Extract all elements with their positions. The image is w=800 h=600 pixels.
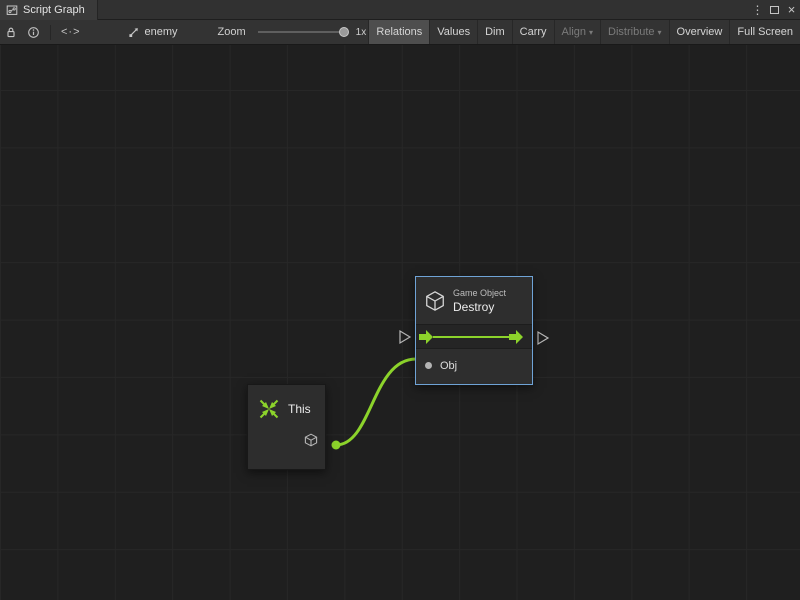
game-object-cube-icon [304,433,318,447]
carry-button[interactable]: Carry [512,20,554,44]
destroy-node-titles: Game Object Destroy [453,288,506,314]
tab-label: Script Graph [23,4,85,16]
tab-script-graph[interactable]: Script Graph [0,0,98,20]
align-dropdown-button[interactable]: Align ▾ [554,20,600,44]
info-icon[interactable] [22,20,45,44]
relations-button[interactable]: Relations [368,20,429,44]
script-graph-tab-icon [6,4,18,16]
this-node[interactable]: This [247,384,326,470]
values-button[interactable]: Values [429,20,477,44]
window-titlebar: Script Graph ⋮ × [0,0,800,20]
toolbar-divider [50,25,51,40]
control-flow-arrows-icon [416,325,532,349]
window-menu-icon[interactable]: ⋮ [749,0,766,20]
zoom-label: Zoom [218,26,246,38]
game-object-cube-icon [424,290,446,312]
zoom-value: 1x [356,27,367,38]
graph-code-icon[interactable]: <·> [56,20,86,44]
zoom-control: Zoom 1x [218,26,367,38]
this-output-row [304,433,318,452]
graph-asset-reference[interactable]: enemy [128,26,178,38]
edges-layer [0,45,800,600]
zoom-slider-track[interactable] [258,31,346,33]
this-node-header: This [248,385,325,420]
node-category: Game Object [453,288,506,298]
graph-asset-name: enemy [145,26,178,38]
dropdown-caret-icon: ▾ [589,28,593,37]
full-screen-button[interactable]: Full Screen [729,20,800,44]
toolbar-button-group: Relations Values Dim Carry Align ▾ Distr… [368,20,800,44]
this-output-port[interactable] [332,441,341,450]
this-node-title: This [288,402,311,416]
node-title: Destroy [453,300,506,314]
lock-icon[interactable] [0,20,22,44]
control-ports-row [416,325,532,349]
connection-edge[interactable] [336,359,416,445]
close-icon[interactable]: × [783,0,800,20]
this-arrows-icon [258,398,280,420]
destroy-node-header: Game Object Destroy [416,277,532,325]
dim-button[interactable]: Dim [477,20,512,44]
dropdown-caret-icon: ▾ [658,28,662,37]
obj-input-port[interactable] [425,362,432,369]
graph-toolbar: <·> enemy Zoom 1x Relations Values [0,20,800,45]
overview-button[interactable]: Overview [669,20,730,44]
zoom-slider-handle[interactable] [339,27,349,37]
control-output-port-triangle[interactable] [538,332,548,344]
maximize-icon[interactable] [766,0,783,20]
graph-asset-icon [128,26,140,38]
script-graph-window: Script Graph ⋮ × <·> [0,0,800,600]
destroy-node[interactable]: Game Object Destroy Obj [415,276,533,385]
obj-port-row: Obj [416,349,532,382]
control-input-port-triangle[interactable] [400,331,410,343]
distribute-dropdown-button[interactable]: Distribute ▾ [600,20,668,44]
graph-canvas[interactable]: Game Object Destroy Obj [0,45,800,600]
obj-port-label: Obj [440,360,457,372]
